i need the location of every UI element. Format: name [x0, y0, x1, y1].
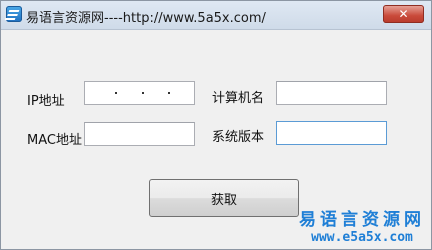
ip-label: IP地址	[27, 94, 65, 109]
ip-separator	[142, 92, 144, 94]
watermark-logo: 易语言资源网 www.e5a5x.com	[299, 210, 425, 245]
app-window: 易语言资源网----http://www.5a5x.com/ ✕ IP地址 MA…	[0, 0, 432, 250]
app-logo-icon	[6, 6, 22, 22]
close-icon: ✕	[398, 7, 409, 21]
window-title: 易语言资源网----http://www.5a5x.com/	[26, 11, 266, 26]
watermark-url: www.e5a5x.com	[311, 230, 413, 245]
mac-address-input[interactable]	[84, 122, 195, 146]
close-button[interactable]: ✕	[383, 5, 424, 23]
system-version-label: 系统版本	[212, 130, 265, 145]
computer-name-label: 计算机名	[212, 91, 265, 106]
mac-label: MAC地址	[27, 133, 82, 148]
ip-separator	[168, 92, 170, 94]
get-button[interactable]: 获取	[149, 179, 299, 217]
ip-separator	[115, 92, 117, 94]
ip-address-input[interactable]	[84, 81, 195, 105]
system-version-input[interactable]	[276, 121, 387, 145]
computer-name-input[interactable]	[276, 81, 387, 105]
watermark-name: 易语言资源网	[299, 210, 425, 230]
title-bar[interactable]: 易语言资源网----http://www.5a5x.com/ ✕	[1, 1, 431, 30]
